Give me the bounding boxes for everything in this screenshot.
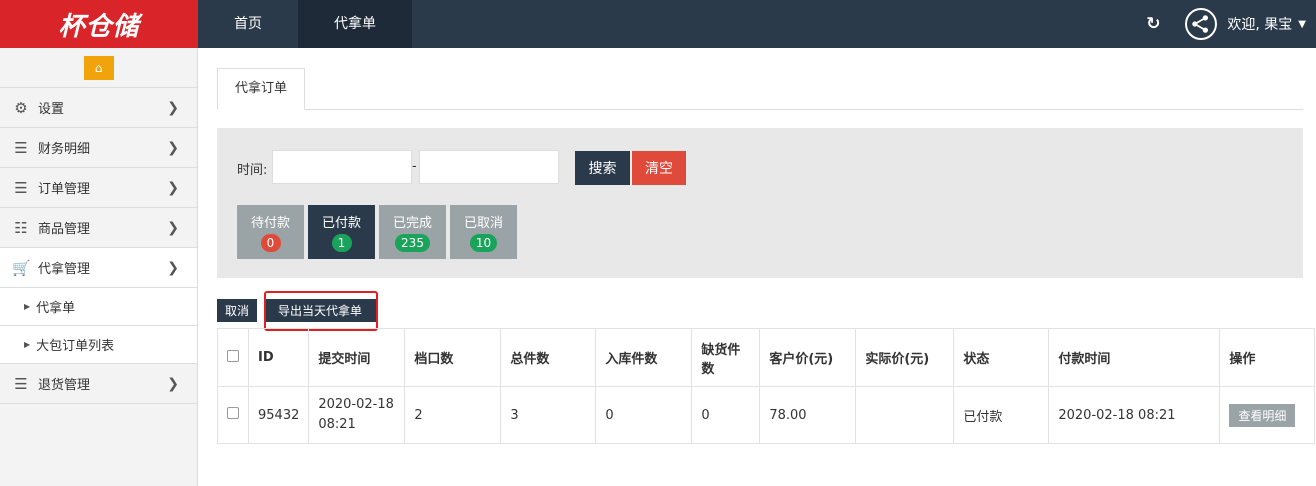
cell-pay-time: 2020-02-18 08:21 bbox=[1048, 386, 1221, 444]
col-header: 客户价(元) bbox=[759, 328, 857, 387]
cell-status: 已付款 bbox=[953, 386, 1050, 444]
cell-id: 95432 bbox=[247, 386, 310, 444]
sidebar-subitem-label: 大包订单列表 bbox=[36, 339, 115, 354]
sidebar-item-orders[interactable]: ☰ 订单管理 ❯ bbox=[0, 168, 197, 208]
cell-actual-price bbox=[855, 386, 955, 444]
gear-icon: ⚙ bbox=[14, 98, 28, 117]
col-header: ID bbox=[247, 328, 310, 387]
filter-panel: 时间: - 搜索 清空 待付款 0 已付款 1 已完成 235 已取消 10 bbox=[217, 128, 1303, 278]
list-icon: ☷ bbox=[14, 218, 28, 237]
col-header: 提交时间 bbox=[308, 328, 406, 387]
sidebar-item-label: 商品管理 bbox=[38, 222, 91, 237]
count-badge: 1 bbox=[331, 234, 352, 252]
logo[interactable]: 杯仓储 bbox=[0, 0, 198, 48]
cell-customer-price: 78.00 bbox=[759, 386, 857, 444]
col-header: 实际价(元) bbox=[855, 328, 955, 387]
sidebar-item-returns[interactable]: ☰ 退货管理 ❯ bbox=[0, 364, 197, 404]
main-content: 代拿订单 时间: - 搜索 清空 待付款 0 已付款 1 已完成 235 已取消… bbox=[199, 48, 1316, 486]
status-tab-cancelled[interactable]: 已取消 10 bbox=[450, 205, 517, 259]
menu-icon: ☰ bbox=[14, 138, 28, 157]
row-checkbox[interactable] bbox=[227, 407, 239, 419]
cell-operation: 查看明细 bbox=[1219, 386, 1315, 444]
status-tab-label: 已完成 bbox=[392, 216, 432, 231]
col-header: 付款时间 bbox=[1048, 328, 1221, 387]
table-row: 95432 2020-02-18 08:21 2 3 0 0 78.00 已付款… bbox=[217, 386, 1315, 444]
chevron-right-icon: ❯ bbox=[167, 259, 179, 276]
top-bar: 杯仓储 首页 代拿单 ↻ 欢迎, 果宝 ▼ bbox=[0, 0, 1316, 48]
home-row: ⌂ bbox=[0, 48, 197, 88]
status-tab-completed[interactable]: 已完成 235 bbox=[379, 205, 446, 259]
sidebar-item-products[interactable]: ☷ 商品管理 ❯ bbox=[0, 208, 197, 248]
count-badge: 235 bbox=[395, 234, 430, 252]
view-detail-button[interactable]: 查看明细 bbox=[1229, 403, 1296, 427]
cell-stocked: 0 bbox=[595, 386, 693, 444]
sidebar-item-proxy[interactable]: 🛒 代拿管理 ❯ bbox=[0, 248, 197, 288]
sidebar-item-label: 订单管理 bbox=[38, 182, 91, 197]
welcome-text[interactable]: 欢迎, 果宝 bbox=[1227, 14, 1292, 34]
sidebar-subitem-proxy-orders[interactable]: ▶ 代拿单 bbox=[0, 288, 197, 326]
tab-bar: 代拿订单 bbox=[217, 68, 1303, 110]
status-tab-paid[interactable]: 已付款 1 bbox=[308, 205, 375, 259]
nav-item-home[interactable]: 首页 bbox=[198, 0, 298, 48]
cancel-button[interactable]: 取消 bbox=[217, 299, 257, 322]
count-badge: 10 bbox=[469, 234, 498, 252]
sidebar-item-label: 财务明细 bbox=[38, 142, 91, 157]
chevron-right-icon: ❯ bbox=[167, 179, 179, 196]
chevron-right-icon: ❯ bbox=[167, 139, 179, 156]
sidebar-subitem-bulk-orders[interactable]: ▶ 大包订单列表 bbox=[0, 326, 197, 364]
cart-icon: 🛒 bbox=[12, 258, 31, 277]
col-header: 状态 bbox=[953, 328, 1050, 387]
sidebar-item-settings[interactable]: ⚙ 设置 ❯ bbox=[0, 88, 197, 128]
time-label: 时间: bbox=[237, 163, 268, 178]
status-tab-label: 已付款 bbox=[321, 216, 361, 231]
user-area: ↻ 欢迎, 果宝 ▼ bbox=[1143, 0, 1316, 48]
sidebar-subitem-label: 代拿单 bbox=[36, 301, 76, 316]
sidebar-item-label: 设置 bbox=[38, 102, 65, 117]
sidebar-item-label: 退货管理 bbox=[38, 378, 91, 393]
status-tab-pending[interactable]: 待付款 0 bbox=[237, 205, 304, 259]
select-all-cell bbox=[217, 328, 249, 387]
chevron-right-icon: ❯ bbox=[167, 219, 179, 236]
chevron-right-icon: ❯ bbox=[167, 99, 179, 116]
logo-text: 杯仓储 bbox=[58, 11, 140, 42]
row-select-cell bbox=[217, 386, 249, 444]
sidebar-item-finance[interactable]: ☰ 财务明细 ❯ bbox=[0, 128, 197, 168]
tab-proxy-orders[interactable]: 代拿订单 bbox=[217, 68, 305, 110]
nav-item-proxy-orders[interactable]: 代拿单 bbox=[298, 0, 412, 48]
chevron-right-icon: ❯ bbox=[167, 375, 179, 392]
highlight-box bbox=[264, 291, 378, 331]
cell-submit-time: 2020-02-18 08:21 bbox=[308, 386, 406, 444]
status-tab-label: 待付款 bbox=[250, 216, 290, 231]
menu-icon: ☰ bbox=[14, 178, 28, 197]
cell-stalls: 2 bbox=[404, 386, 502, 444]
col-header: 档口数 bbox=[404, 328, 502, 387]
col-header: 总件数 bbox=[500, 328, 597, 387]
status-tab-label: 已取消 bbox=[463, 216, 503, 231]
table-header-row: ID 提交时间 档口数 总件数 入库件数 缺货件数 客户价(元) 实际价(元) … bbox=[217, 328, 1315, 387]
select-all-checkbox[interactable] bbox=[227, 349, 239, 362]
orders-table: ID 提交时间 档口数 总件数 入库件数 缺货件数 客户价(元) 实际价(元) … bbox=[217, 328, 1315, 444]
cell-total: 3 bbox=[500, 386, 597, 444]
top-nav: 首页 代拿单 bbox=[198, 0, 412, 48]
caret-right-icon: ▶ bbox=[24, 302, 31, 311]
sidebar: ⌂ ⚙ 设置 ❯ ☰ 财务明细 ❯ ☰ 订单管理 ❯ ☷ 商品管理 ❯ 🛒 代拿… bbox=[0, 48, 198, 486]
date-separator: - bbox=[412, 159, 417, 174]
col-header: 操作 bbox=[1219, 328, 1315, 387]
avatar[interactable] bbox=[1185, 8, 1218, 40]
cell-missing: 0 bbox=[691, 386, 761, 444]
home-icon[interactable]: ⌂ bbox=[83, 55, 114, 80]
sidebar-item-label: 代拿管理 bbox=[38, 262, 91, 277]
caret-right-icon: ▶ bbox=[24, 340, 31, 349]
refresh-icon[interactable]: ↻ bbox=[1143, 14, 1163, 34]
end-date-input[interactable] bbox=[419, 150, 559, 184]
clear-button[interactable]: 清空 bbox=[632, 151, 686, 185]
menu-icon: ☰ bbox=[14, 374, 28, 393]
chevron-down-icon[interactable]: ▼ bbox=[1298, 19, 1306, 30]
start-date-input[interactable] bbox=[272, 150, 412, 184]
col-header: 缺货件数 bbox=[691, 328, 761, 387]
count-badge: 0 bbox=[260, 234, 281, 252]
col-header: 入库件数 bbox=[595, 328, 693, 387]
search-button[interactable]: 搜索 bbox=[575, 151, 630, 185]
